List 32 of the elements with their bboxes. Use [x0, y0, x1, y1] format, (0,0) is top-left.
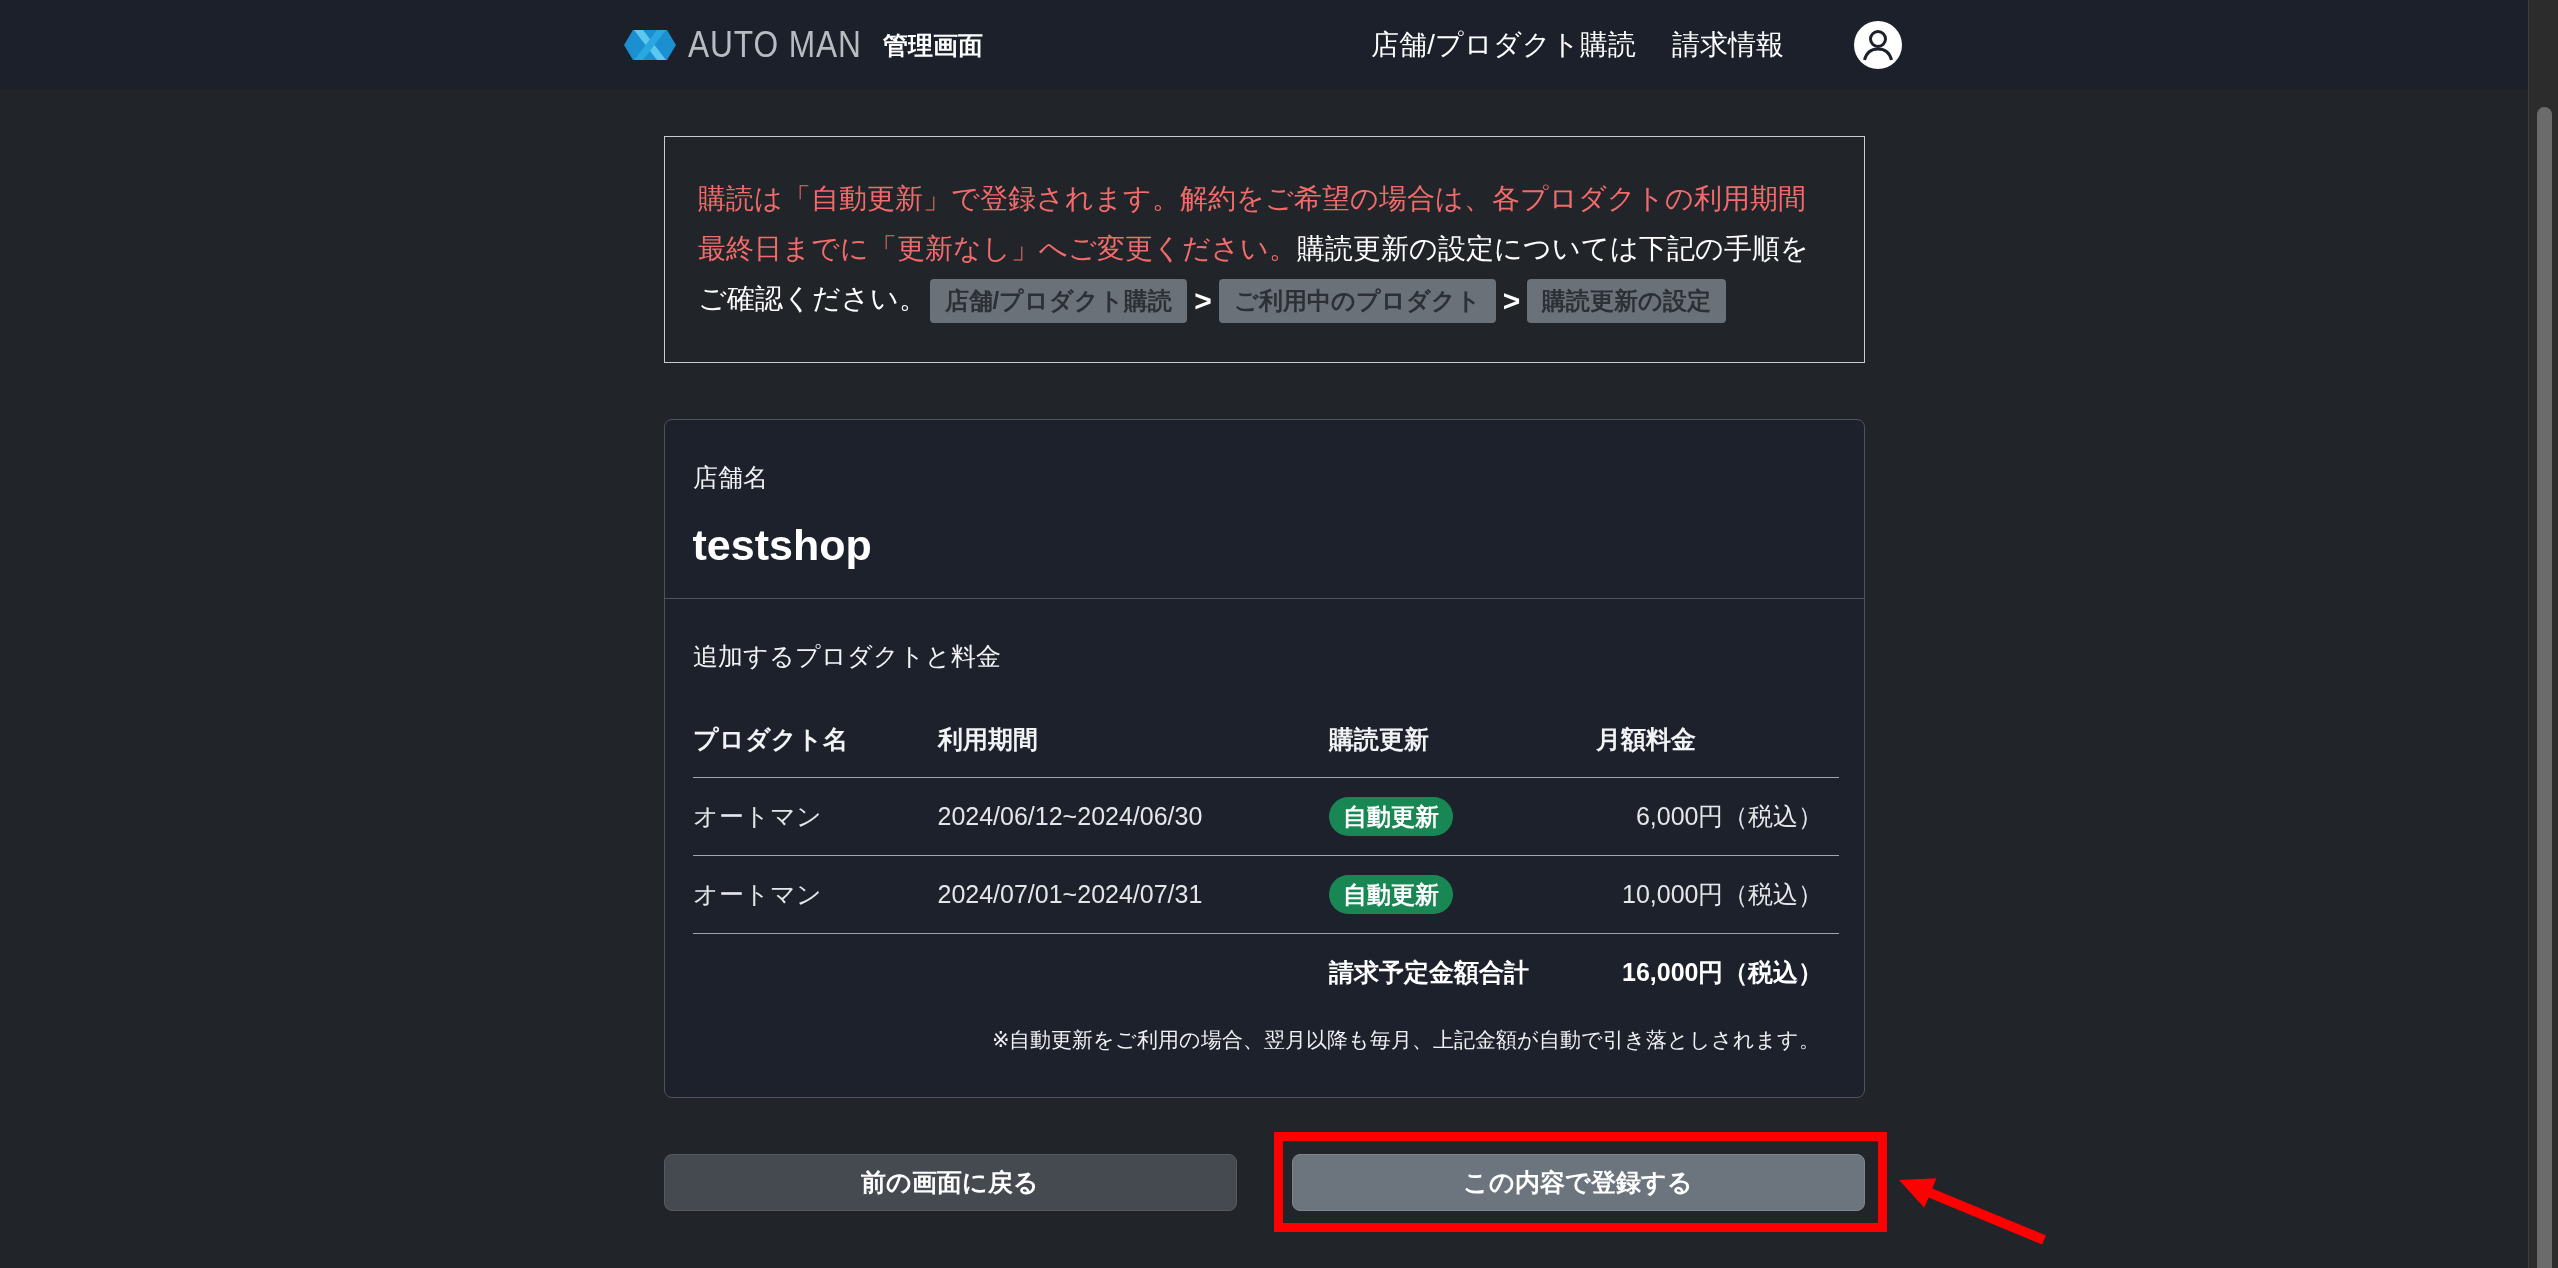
nav-link[interactable]: 店舗/プロダクト購読 — [1371, 24, 1636, 65]
action-button[interactable]: 前の画面に戻る — [663, 1154, 1237, 1211]
table-cell: オートマン — [692, 855, 938, 934]
table-cell: 2024/06/12~2024/06/30 — [937, 777, 1329, 856]
total-label: 請求予定金額合計 — [1328, 933, 1596, 1011]
menu-path-tag: 店舗/プロダクト購読 — [929, 278, 1188, 323]
renewal-status-badge: 自動更新 — [1328, 875, 1453, 914]
nav-link[interactable]: 請求情報 — [1672, 24, 1784, 65]
renewal-status-badge: 自動更新 — [1328, 797, 1453, 836]
header-subtitle: 管理画面 — [883, 29, 984, 61]
shop-label: 店舗名 — [692, 462, 769, 493]
menu-path-tag: 購読更新の設定 — [1527, 278, 1727, 323]
table-cell: オートマン — [692, 777, 938, 856]
user-avatar-icon[interactable] — [1854, 20, 1902, 69]
scrollbar[interactable] — [2528, 0, 2558, 1268]
column-header: 利用期間 — [937, 702, 1329, 778]
column-header: プロダクト名 — [692, 702, 938, 778]
scrollbar-thumb[interactable] — [2537, 107, 2552, 1268]
action-button[interactable]: この内容で登録する — [1291, 1154, 1865, 1211]
section-title: 追加するプロダクトと料金 — [692, 641, 1002, 672]
logo-icon — [624, 29, 676, 60]
notice-text: 購読は「自動更新」で登録されます。解約をご希望の場合は、各プロダクトの利用期間最終日までに「更新なし」へご変更ください。購読更新の設定については下記の手順をご確認ください。 店舗/プロダクト購読 > ご利用中のプロダクト > 購読更新の設定 — [697, 174, 1823, 324]
menu-path-tag: ご利用中のプロダクト — [1218, 278, 1496, 323]
column-header: 購読更新 — [1328, 702, 1596, 778]
total-amount: 16,000円（税込） — [1595, 933, 1839, 1011]
table-cell: 6,000円（税込） — [1595, 777, 1839, 856]
column-header: 月額料金 — [1595, 702, 1839, 778]
billing-note: ※自動更新をご利用の場合、翌月以降も毎月、上記金額が自動で引き落としされます。 — [990, 1027, 1822, 1053]
shop-name: testshop — [692, 520, 873, 571]
logo-text: AUTO MAN — [688, 23, 862, 66]
table-cell: 2024/07/01~2024/07/31 — [937, 855, 1329, 934]
table-cell: 10,000円（税込） — [1595, 855, 1839, 934]
